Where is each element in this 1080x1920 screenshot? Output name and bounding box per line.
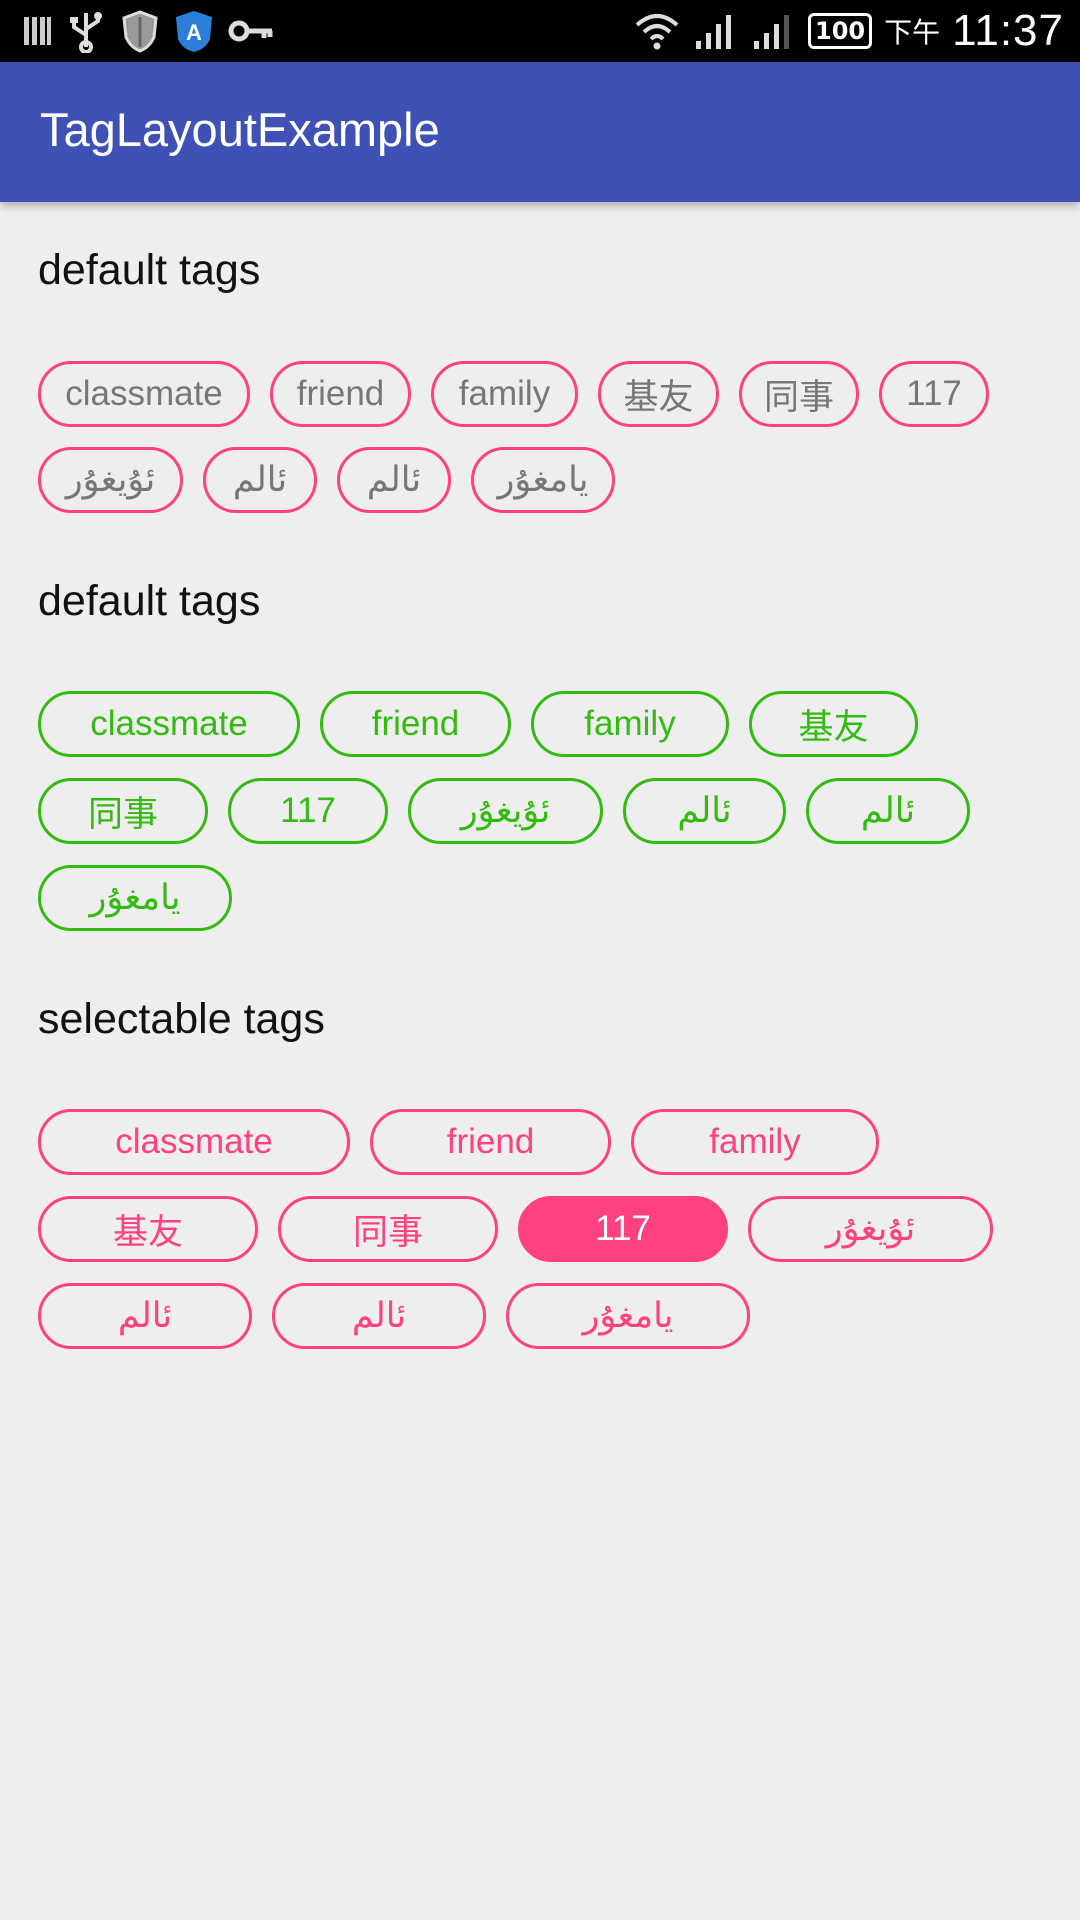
key-icon	[228, 9, 274, 53]
tag-alem[interactable]: ئالم	[623, 778, 786, 844]
tag-uyghur[interactable]: ئۇيغۇر	[748, 1196, 993, 1262]
app-bar: TagLayoutExample	[0, 62, 1080, 202]
signal-icon	[692, 9, 738, 53]
tag-tongshi[interactable]: 同事	[38, 778, 208, 844]
tag-alem[interactable]: ئالم	[806, 778, 970, 844]
tag-classmate[interactable]: classmate	[38, 361, 250, 427]
clock-ampm: 下午	[884, 16, 941, 49]
tag-117[interactable]: 117	[228, 778, 388, 844]
tag-yamghur[interactable]: يامغۇر	[471, 447, 615, 513]
tag-uyghur[interactable]: ئۇيغۇر	[408, 778, 603, 844]
tag-jiyou[interactable]: 基友	[749, 691, 918, 757]
tag-friend[interactable]: friend	[270, 361, 411, 427]
vpn-badge-icon: A	[174, 9, 214, 53]
tag-tongshi[interactable]: 同事	[739, 361, 859, 427]
battery-indicator: 100	[808, 13, 873, 49]
status-bar: A 100 下午 11:37	[0, 0, 1080, 62]
tag-yamghur[interactable]: يامغۇر	[506, 1283, 750, 1349]
tag-friend[interactable]: friend	[320, 691, 511, 757]
section-title-default-tags-green: default tags	[38, 577, 261, 625]
tag-jiyou[interactable]: 基友	[598, 361, 719, 427]
tag-alem[interactable]: ئالم	[272, 1283, 486, 1349]
section-title-selectable-tags: selectable tags	[38, 995, 325, 1043]
tag-family[interactable]: family	[431, 361, 578, 427]
tag-alem[interactable]: ئالم	[38, 1283, 252, 1349]
app-title: TagLayoutExample	[40, 103, 440, 156]
bars-icon	[22, 9, 52, 53]
tag-alem[interactable]: ئالم	[337, 447, 451, 513]
tag-tongshi[interactable]: 同事	[278, 1196, 498, 1262]
tag-117-selected[interactable]: 117	[518, 1196, 728, 1262]
tag-classmate[interactable]: classmate	[38, 691, 300, 757]
tag-uyghur[interactable]: ئۇيغۇر	[38, 447, 183, 513]
tag-family[interactable]: family	[531, 691, 729, 757]
usb-icon	[66, 9, 106, 53]
wifi-icon	[634, 9, 680, 53]
tag-classmate[interactable]: classmate	[38, 1109, 350, 1175]
tag-jiyou[interactable]: 基友	[38, 1196, 258, 1262]
vpn-badge-letter: A	[186, 20, 202, 45]
signal-icon	[750, 9, 796, 53]
clock-time: 11:37	[952, 6, 1064, 55]
tag-alem[interactable]: ئالم	[203, 447, 317, 513]
tag-friend[interactable]: friend	[370, 1109, 611, 1175]
section-title-default-tags: default tags	[38, 246, 261, 294]
tag-family[interactable]: family	[631, 1109, 879, 1175]
tag-117[interactable]: 117	[879, 361, 989, 427]
shield-icon	[120, 9, 160, 53]
tag-yamghur[interactable]: يامغۇر	[38, 865, 232, 931]
